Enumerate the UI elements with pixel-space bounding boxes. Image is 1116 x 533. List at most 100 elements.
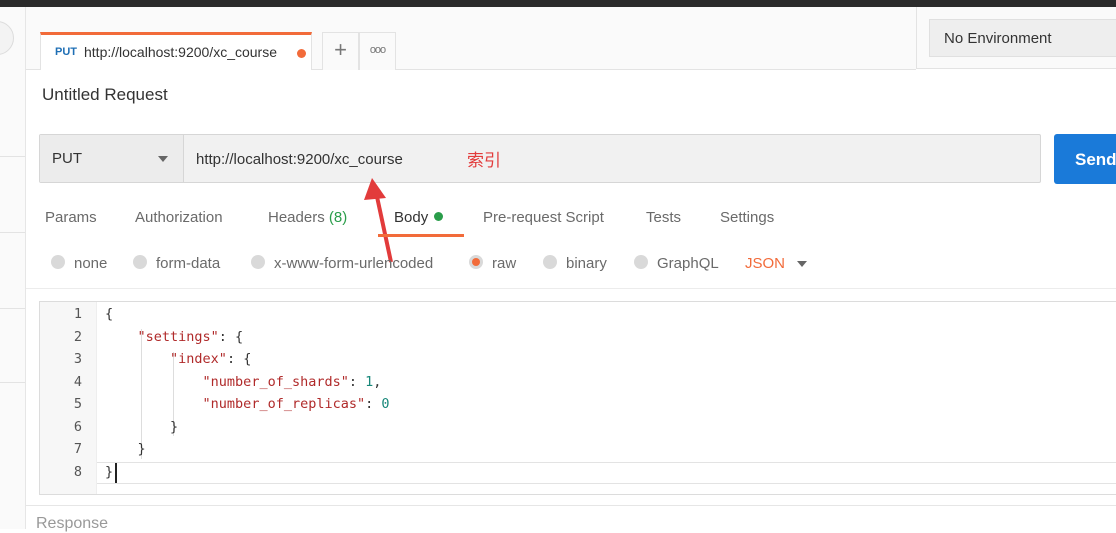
sidebar-divider [0, 156, 25, 157]
radio-label: GraphQL [657, 255, 719, 272]
tab-label: Params [45, 209, 97, 226]
radio-label: binary [566, 255, 607, 272]
radio-label: none [74, 255, 108, 272]
json-punctuation: : [365, 396, 382, 412]
code-line: 1{ [40, 303, 1040, 325]
environment-bar: No Environment [916, 7, 1116, 69]
json-punctuation [105, 396, 203, 412]
tab-headers[interactable]: Headers (8) [268, 209, 347, 226]
divider [26, 505, 1116, 506]
radio-icon [133, 255, 147, 269]
code-line: 4 "number_of_shards": 1, [40, 371, 1040, 393]
url-input[interactable]: http://localhost:9200/xc_course [196, 151, 403, 168]
body-mode-graphql[interactable]: GraphQL [634, 255, 719, 272]
raw-format-select[interactable]: JSON [745, 255, 785, 272]
line-number: 4 [73, 373, 82, 390]
method-value: PUT [52, 150, 82, 167]
tab-method: PUT [55, 46, 77, 58]
json-punctuation: } [105, 418, 179, 435]
line-number: 3 [73, 351, 82, 367]
tab-label: Authorization [135, 209, 223, 226]
line-number: 2 [73, 328, 82, 345]
tab-settings[interactable]: Settings [720, 209, 774, 226]
radio-label: form-data [156, 255, 221, 272]
json-key: "settings" [137, 328, 219, 345]
more-icon: ooo [369, 44, 386, 56]
request-tab[interactable]: PUT http://localhost:9200/xc_course [40, 32, 312, 70]
code-text: } [105, 461, 113, 483]
line-number: 1 [73, 306, 82, 322]
code-text: { [105, 303, 113, 325]
body-mode-none[interactable]: none [51, 255, 107, 272]
json-punctuation [105, 351, 170, 367]
json-punctuation [105, 329, 138, 345]
json-key: "number_of_replicas" [202, 396, 366, 412]
chevron-down-icon[interactable] [797, 261, 807, 267]
tab-tests[interactable]: Tests [646, 209, 681, 226]
sidebar-toggle-button[interactable] [0, 21, 14, 55]
environment-select[interactable]: No Environment [929, 19, 1116, 57]
request-name[interactable]: Untitled Request [42, 85, 168, 105]
line-number: 5 [73, 396, 82, 412]
json-key: "index" [170, 351, 227, 367]
radio-label: raw [492, 255, 517, 272]
code-text: } [105, 438, 146, 460]
send-button[interactable]: Send [1054, 134, 1116, 184]
tab-url: http://localhost:9200/xc_course [84, 44, 278, 60]
tab-params[interactable]: Params [45, 209, 97, 226]
code-line: 7 } [40, 438, 1040, 460]
json-punctuation [105, 374, 203, 390]
line-number: 6 [73, 418, 82, 435]
code-line: 2 "settings": { [40, 326, 1040, 348]
code-line: 6 } [40, 416, 1040, 438]
code-editor[interactable]: 1{2 "settings": {3 "index": {4 "number_o… [39, 301, 1116, 495]
active-tab-indicator [378, 234, 464, 237]
tab-label: Settings [720, 209, 775, 226]
code-text: "number_of_shards": 1, [105, 371, 382, 393]
json-punctuation: : { [218, 328, 244, 345]
json-number: 0 [381, 396, 390, 412]
json-punctuation: , [373, 373, 382, 390]
tab-options-button[interactable]: ooo [359, 32, 396, 70]
radio-icon [251, 255, 265, 269]
tab-authorization[interactable]: Authorization [135, 209, 223, 226]
tab-label: Body [394, 209, 429, 226]
json-punctuation: } [105, 441, 146, 457]
json-punctuation: : [348, 373, 366, 390]
code-line: 5 "number_of_replicas": 0 [40, 393, 1040, 415]
response-section-label: Response [36, 515, 109, 532]
tab-label: Tests [646, 209, 682, 226]
radio-icon [543, 255, 557, 269]
sidebar-divider [0, 308, 25, 309]
annotation-label: 索引 [467, 151, 501, 170]
text-cursor [115, 463, 117, 483]
new-tab-button[interactable]: + [322, 32, 359, 70]
sidebar-divider [0, 232, 25, 233]
body-mode-raw[interactable]: raw [469, 255, 516, 272]
tab-body[interactable]: Body [394, 209, 444, 226]
window-top-bar [0, 0, 1116, 7]
json-key: "number_of_shards" [202, 373, 349, 390]
code-text: } [105, 416, 178, 438]
tab-label: Headers [268, 209, 325, 226]
unsaved-dot-icon [297, 49, 306, 58]
body-mode-binary[interactable]: binary [543, 255, 607, 272]
plus-icon: + [334, 37, 347, 62]
method-select[interactable]: PUT [40, 135, 184, 182]
tab-pre-request-script[interactable]: Pre-request Script [483, 209, 604, 226]
code-text: "number_of_replicas": 0 [105, 393, 390, 415]
divider [26, 288, 1116, 289]
code-text: "settings": { [105, 326, 244, 348]
request-tab-strip: PUT http://localhost:9200/xc_course + oo… [26, 7, 916, 70]
url-bar: PUT http://localhost:9200/xc_course [39, 134, 1041, 183]
body-mode-urlencoded[interactable]: x-www-form-urlencoded [251, 255, 433, 272]
sidebar-divider [0, 382, 25, 383]
sidebar-collapsed [0, 7, 26, 529]
body-indicator-dot-icon [434, 212, 444, 221]
radio-label: x-www-form-urlencoded [274, 255, 434, 272]
environment-value: No Environment [944, 30, 1052, 47]
body-mode-form-data[interactable]: form-data [133, 255, 220, 272]
headers-count: (8) [328, 209, 348, 226]
json-punctuation: { [105, 306, 114, 322]
tab-label: Pre-request Script [483, 209, 604, 226]
